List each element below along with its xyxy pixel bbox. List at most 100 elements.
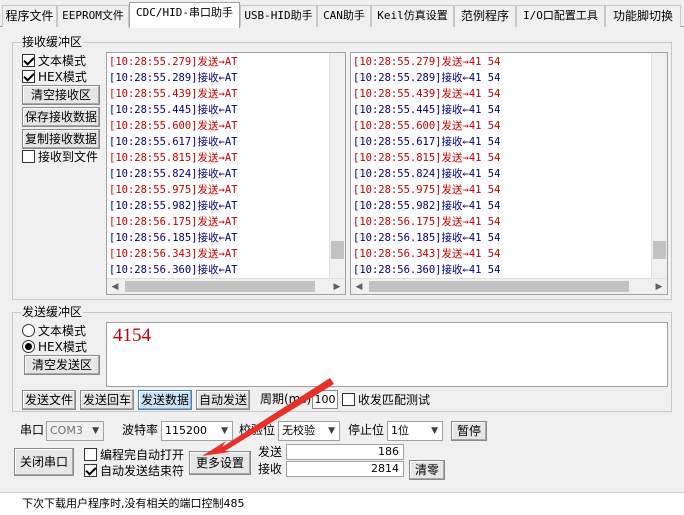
tab-program-file[interactable]: 程序文件: [2, 5, 57, 27]
log-line: [10:28:55.445]接收←41 54: [353, 104, 501, 116]
text-log-vertical-scrollbar[interactable]: [329, 53, 345, 279]
send-hex-mode-label: HEX模式: [38, 339, 87, 354]
baud-select[interactable]: 115200 ▼: [161, 421, 233, 441]
received-count: 2814: [286, 461, 404, 477]
log-line: [10:28:56.360]接收←AT: [109, 264, 238, 276]
chevron-down-icon: ▼: [431, 426, 438, 436]
send-text-mode-label: 文本模式: [38, 323, 87, 338]
text-log-hscroll-thumb[interactable]: [125, 281, 315, 292]
hex-log-hscroll-thumb[interactable]: [369, 281, 629, 292]
send-input[interactable]: 4154: [106, 322, 668, 387]
tab-io-config[interactable]: I/O口配置工具: [516, 5, 605, 27]
scroll-left-icon[interactable]: ◀: [107, 279, 123, 294]
chevron-down-icon: ▼: [92, 426, 99, 436]
status-text: 下次下载用户程序时,没有相关的端口控制485: [22, 497, 245, 510]
auto-send-end-checkbox[interactable]: 自动发送结束符: [84, 462, 184, 478]
scroll-left-icon[interactable]: ◀: [351, 279, 367, 294]
receive-text-mode-checkbox[interactable]: 文本模式: [22, 52, 86, 68]
baud-value: 115200: [165, 424, 207, 437]
more-settings-button[interactable]: 更多设置: [189, 451, 251, 475]
log-line: [10:28:55.279]发送→41 54: [353, 56, 501, 68]
checkbox-checked-icon: [22, 53, 35, 67]
log-line: [10:28:55.815]发送→AT: [109, 152, 238, 164]
receive-to-file-checkbox[interactable]: 接收到文件: [22, 148, 98, 164]
receive-hex-mode-checkbox[interactable]: HEX模式: [22, 68, 87, 84]
radio-unchecked-icon: [22, 323, 35, 337]
tab-cdc-hid-serial[interactable]: CDC/HID-串口助手: [129, 2, 240, 28]
copy-receive-button[interactable]: 复制接收数据: [22, 129, 100, 149]
auto-send-button[interactable]: 自动发送: [196, 390, 250, 410]
send-text-mode-radio[interactable]: 文本模式: [22, 322, 86, 338]
scroll-right-icon[interactable]: ▶: [651, 279, 667, 294]
send-enter-button[interactable]: 发送回车: [80, 390, 134, 410]
close-port-button[interactable]: 关闭串口: [14, 448, 74, 476]
tab-can[interactable]: CAN助手: [317, 5, 371, 27]
log-line: [10:28:55.975]发送→41 54: [353, 184, 501, 196]
pause-button[interactable]: 暂停: [451, 421, 487, 441]
auto-open-checkbox[interactable]: 编程完自动打开: [84, 446, 184, 462]
log-line: [10:28:56.185]接收←AT: [109, 232, 238, 244]
receive-to-file-label: 接收到文件: [38, 149, 99, 164]
hex-log-vertical-scrollbar[interactable]: [651, 53, 667, 279]
baud-label: 波特率: [122, 423, 159, 437]
receive-buffer-title: 接收缓冲区: [21, 35, 84, 49]
checkbox-checked-icon: [84, 463, 97, 477]
sent-count-label: 发送: [258, 445, 283, 459]
send-buffer-title: 发送缓冲区: [21, 305, 84, 319]
log-line: [10:28:55.982]接收←41 54: [353, 200, 501, 212]
tab-pin-switch[interactable]: 功能脚切换: [605, 5, 681, 27]
log-line: [10:28:55.975]发送→AT: [109, 184, 238, 196]
receive-text-log[interactable]: [10:28:55.279]发送→AT [10:28:55.289]接收←AT [1…: [106, 52, 346, 295]
auto-send-end-label: 自动发送结束符: [100, 463, 185, 478]
send-hex-mode-radio[interactable]: HEX模式: [22, 338, 87, 354]
tab-usb-hid[interactable]: USB-HID助手: [240, 5, 317, 27]
chevron-down-icon: ▼: [328, 426, 335, 436]
log-line: [10:28:55.439]发送→AT: [109, 88, 238, 100]
log-line: [10:28:56.343]发送→41 54: [353, 248, 501, 260]
checkbox-unchecked-icon: [22, 149, 35, 163]
clear-send-button[interactable]: 清空发送区: [24, 355, 100, 375]
parity-label: 校验位: [239, 423, 276, 437]
period-input[interactable]: 100: [312, 390, 338, 409]
log-line: [10:28:56.175]发送→41 54: [353, 216, 501, 228]
checkbox-unchecked-icon: [84, 447, 97, 461]
text-log-horizontal-scrollbar[interactable]: ◀ ▶: [107, 278, 345, 294]
log-line: [10:28:56.343]发送→AT: [109, 248, 238, 260]
parity-value: 无校验: [282, 424, 315, 437]
log-line: [10:28:55.617]接收←41 54: [353, 136, 501, 148]
port-label: 串口: [20, 423, 45, 437]
stop-bits-label: 停止位: [348, 423, 385, 437]
auto-open-label: 编程完自动打开: [100, 447, 185, 462]
chevron-down-icon: ▼: [221, 426, 228, 436]
port-select[interactable]: COM3 ▼: [46, 421, 104, 441]
parity-select[interactable]: 无校验 ▼: [278, 421, 340, 441]
tab-keil-sim[interactable]: Keil仿真设置: [371, 5, 454, 27]
match-test-checkbox[interactable]: 收发匹配测试: [342, 391, 430, 407]
send-file-button[interactable]: 发送文件: [22, 390, 76, 410]
log-line: [10:28:56.360]接收←41 54: [353, 264, 501, 276]
status-bar: 下次下载用户程序时,没有相关的端口控制485: [0, 492, 684, 515]
log-line: [10:28:55.600]发送→AT: [109, 120, 238, 132]
scroll-right-icon[interactable]: ▶: [329, 279, 345, 294]
hex-log-scroll-thumb[interactable]: [653, 241, 666, 259]
received-count-label: 接收: [258, 462, 283, 476]
clear-receive-button[interactable]: 清空接收区: [22, 85, 100, 105]
log-line: [10:28:55.600]发送→41 54: [353, 120, 501, 132]
send-data-button[interactable]: 发送数据: [138, 390, 192, 410]
tab-eeprom-file[interactable]: EEPROM文件: [57, 5, 129, 27]
log-line: [10:28:55.289]接收←AT: [109, 72, 238, 84]
log-line: [10:28:56.175]发送→AT: [109, 216, 238, 228]
period-label: 周期(ms): [260, 392, 312, 406]
save-receive-button[interactable]: 保存接收数据: [22, 107, 100, 127]
sent-count: 186: [286, 444, 404, 460]
receive-text-mode-label: 文本模式: [38, 53, 87, 68]
hex-log-horizontal-scrollbar[interactable]: ◀ ▶: [351, 278, 667, 294]
receive-hex-log[interactable]: [10:28:55.279]发送→41 54 [10:28:55.289]接收←4…: [350, 52, 668, 295]
tab-examples[interactable]: 范例程序: [454, 5, 516, 27]
log-line: [10:28:56.185]接收←41 54: [353, 232, 501, 244]
checkbox-unchecked-icon: [342, 392, 355, 406]
clear-count-button[interactable]: 清零: [409, 460, 445, 480]
text-log-scroll-thumb[interactable]: [331, 241, 344, 259]
stop-bits-select[interactable]: 1位 ▼: [387, 421, 443, 441]
log-line: [10:28:55.824]接收←AT: [109, 168, 238, 180]
